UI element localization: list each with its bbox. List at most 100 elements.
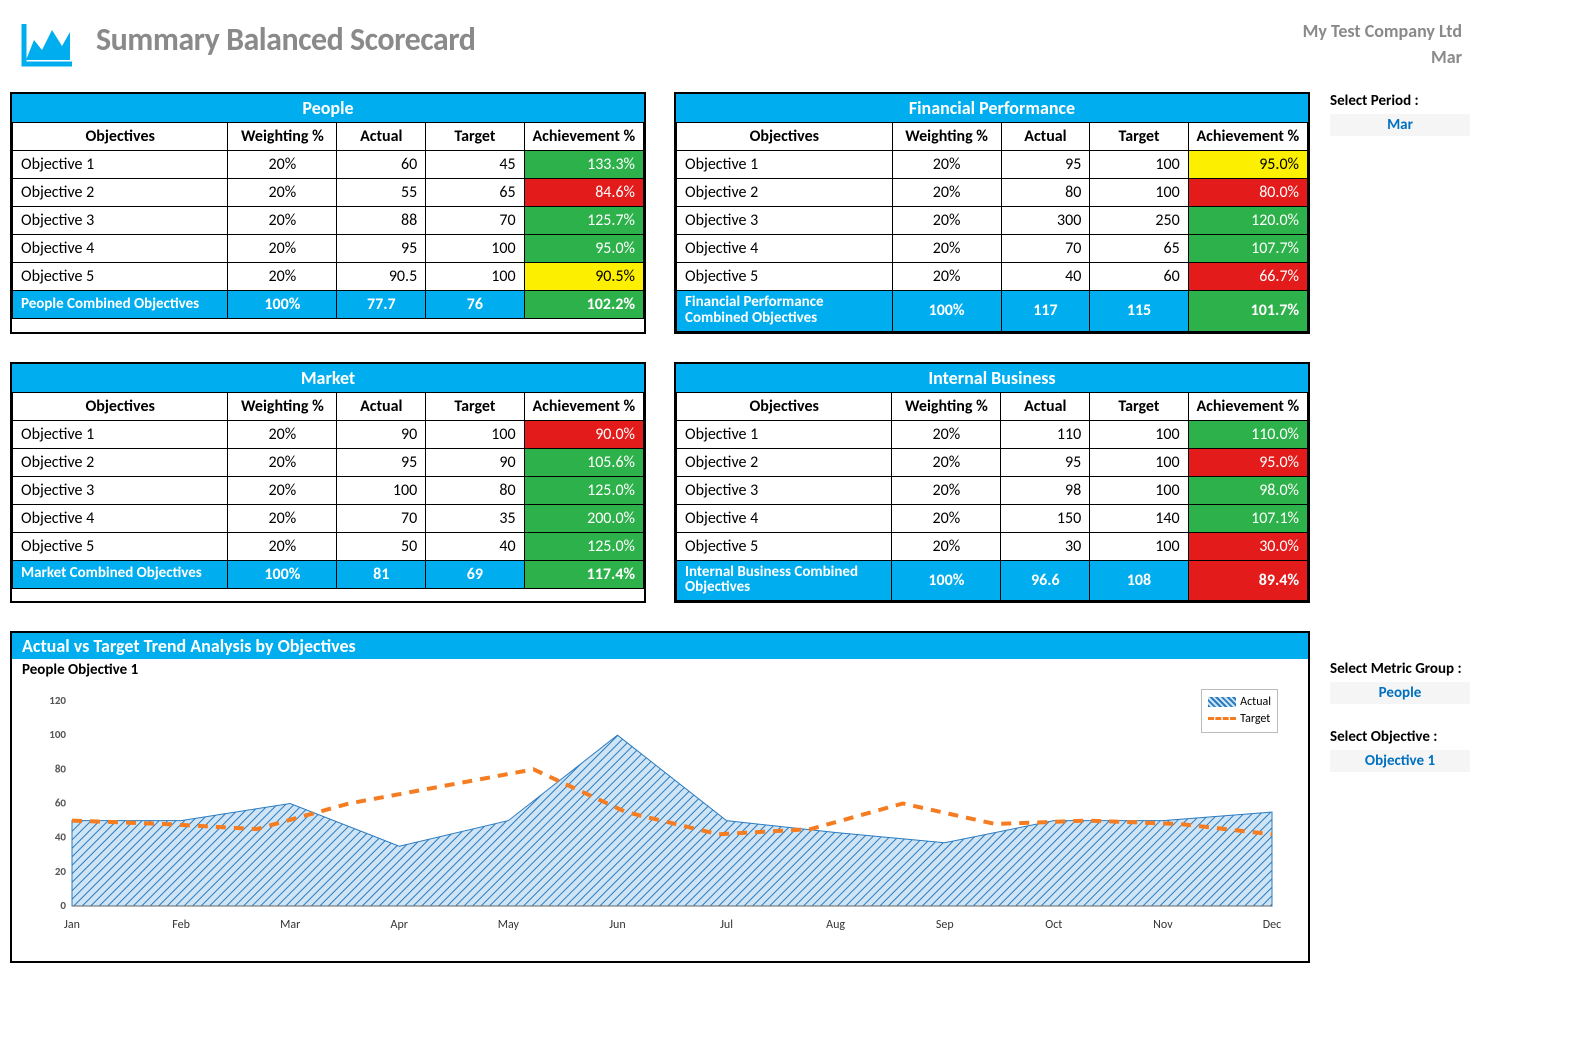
cell-objective: Objective 1 — [677, 420, 892, 448]
cell-target: 80 — [426, 476, 524, 504]
select-period-dropdown[interactable]: Mar — [1330, 114, 1470, 136]
svg-text:120: 120 — [49, 694, 66, 707]
col-actual: Actual — [1001, 123, 1090, 151]
cell-actual: 70 — [337, 504, 426, 532]
svg-text:Dec: Dec — [1263, 918, 1281, 932]
cell-actual: 90.5 — [337, 263, 426, 291]
cell-weighting: 20% — [892, 151, 1001, 179]
cell-objective: Objective 5 — [13, 263, 228, 291]
scorecard-table: Objectives Weighting % Actual Target Ach… — [676, 392, 1308, 602]
col-weighting: Weighting % — [892, 392, 1001, 420]
svg-text:100: 100 — [49, 728, 66, 741]
scorecard-table: Objectives Weighting % Actual Target Ach… — [12, 122, 644, 319]
table-total-row: Market Combined Objectives 100% 81 69 11… — [13, 560, 644, 588]
col-actual: Actual — [337, 392, 426, 420]
cell-weighting: 20% — [892, 504, 1001, 532]
table-row: Objective 3 20% 88 70 125.7% — [13, 207, 644, 235]
cell-objective: Objective 4 — [13, 504, 228, 532]
chart-panel: Actual vs Target Trend Analysis by Objec… — [10, 631, 1310, 963]
table-row: Objective 4 20% 150 140 107.1% — [677, 504, 1308, 532]
col-weighting: Weighting % — [892, 123, 1001, 151]
cell-objective: Objective 1 — [677, 151, 893, 179]
cell-weighting: 20% — [228, 179, 337, 207]
cell-objective: Objective 4 — [13, 235, 228, 263]
cell-target: 90 — [426, 448, 524, 476]
cell-objective: Objective 2 — [677, 448, 892, 476]
page-title: Summary Balanced Scorecard — [96, 20, 475, 59]
sidebar: Select Period : Mar Select Metric Group … — [1330, 92, 1550, 796]
cell-achievement: 95.0% — [1188, 151, 1307, 179]
col-achievement: Achievement % — [524, 123, 643, 151]
svg-text:Feb: Feb — [172, 918, 190, 932]
cell-weighting: 20% — [228, 235, 337, 263]
cell-total-weighting: 100% — [228, 560, 337, 588]
col-weighting: Weighting % — [228, 392, 337, 420]
area-chart-icon — [20, 20, 76, 68]
cell-objective: Objective 3 — [13, 207, 228, 235]
chart-title: Actual vs Target Trend Analysis by Objec… — [12, 633, 1308, 659]
cell-actual: 70 — [1001, 235, 1090, 263]
cell-weighting: 20% — [228, 151, 337, 179]
cell-weighting: 20% — [892, 448, 1001, 476]
cell-total-achievement: 117.4% — [524, 560, 643, 588]
trend-chart: 020406080100120JanFebMarAprMayJunJulAugS… — [42, 691, 1282, 936]
cell-total-actual: 77.7 — [337, 291, 426, 319]
cell-achievement: 80.0% — [1188, 179, 1307, 207]
svg-text:Apr: Apr — [391, 918, 408, 932]
cell-target: 70 — [426, 207, 524, 235]
cell-objective: Objective 2 — [677, 179, 893, 207]
cell-objective: Objective 4 — [677, 235, 893, 263]
legend-actual: Actual — [1240, 695, 1271, 709]
col-objectives: Objectives — [13, 392, 228, 420]
cell-target: 45 — [426, 151, 524, 179]
cell-target: 60 — [1090, 263, 1188, 291]
cell-achievement: 30.0% — [1188, 532, 1307, 560]
cell-achievement: 95.0% — [1188, 448, 1307, 476]
cell-achievement: 200.0% — [524, 504, 643, 532]
select-metric-dropdown[interactable]: People — [1330, 682, 1470, 704]
cell-weighting: 20% — [228, 448, 337, 476]
cell-achievement: 90.5% — [524, 263, 643, 291]
table-total-row: Financial Performance Combined Objective… — [677, 291, 1308, 332]
table-row: Objective 2 20% 95 90 105.6% — [13, 448, 644, 476]
cell-target: 100 — [1090, 448, 1188, 476]
cell-achievement: 95.0% — [524, 235, 643, 263]
cell-total-label: Market Combined Objectives — [13, 560, 228, 588]
cell-objective: Objective 3 — [13, 476, 228, 504]
cell-objective: Objective 2 — [13, 448, 228, 476]
cell-achievement: 84.6% — [524, 179, 643, 207]
legend-target: Target — [1240, 712, 1270, 726]
cell-total-target: 76 — [426, 291, 524, 319]
svg-text:Oct: Oct — [1045, 918, 1062, 932]
cell-total-achievement: 102.2% — [524, 291, 643, 319]
table-row: Objective 2 20% 55 65 84.6% — [13, 179, 644, 207]
cell-achievement: 133.3% — [524, 151, 643, 179]
cell-target: 100 — [1090, 532, 1188, 560]
svg-text:Jan: Jan — [64, 918, 80, 932]
chart-subtitle: People Objective 1 — [12, 659, 1308, 681]
table-row: Objective 4 20% 70 65 107.7% — [677, 235, 1308, 263]
cell-actual: 88 — [337, 207, 426, 235]
cell-actual: 95 — [1001, 151, 1090, 179]
select-objective-dropdown[interactable]: Objective 1 — [1330, 750, 1470, 772]
cell-total-weighting: 100% — [228, 291, 337, 319]
cell-actual: 300 — [1001, 207, 1090, 235]
chart-legend: Actual Target — [1201, 689, 1278, 733]
cell-objective: Objective 2 — [13, 179, 228, 207]
table-row: Objective 4 20% 70 35 200.0% — [13, 504, 644, 532]
cell-target: 35 — [426, 504, 524, 532]
card-internal: Internal Business Objectives Weighting %… — [674, 362, 1310, 604]
svg-text:0: 0 — [60, 899, 66, 912]
cell-total-target: 108 — [1090, 560, 1188, 601]
col-target: Target — [1090, 392, 1188, 420]
table-row: Objective 2 20% 95 100 95.0% — [677, 448, 1308, 476]
col-objectives: Objectives — [677, 123, 893, 151]
card-title: People — [12, 94, 644, 122]
svg-text:May: May — [498, 918, 520, 932]
cell-target: 250 — [1090, 207, 1188, 235]
cell-target: 40 — [426, 532, 524, 560]
cell-weighting: 20% — [892, 263, 1001, 291]
header: Summary Balanced Scorecard My Test Compa… — [10, 10, 1588, 92]
cell-total-actual: 117 — [1001, 291, 1090, 332]
cell-total-weighting: 100% — [892, 560, 1001, 601]
